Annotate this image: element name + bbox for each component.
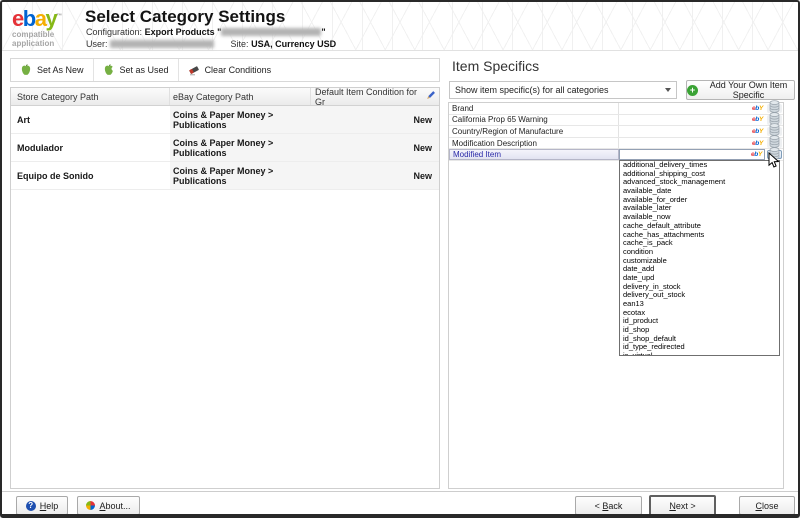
item-specific-field[interactable]: ebY <box>619 138 765 149</box>
mouse-cursor-icon <box>768 152 780 175</box>
item-specific-value: ebY <box>619 115 783 126</box>
table-row[interactable]: Art Coins & Paper Money > Publications N… <box>11 106 439 134</box>
item-specific-row[interactable]: Brand ebY <box>449 103 783 115</box>
item-specific-row[interactable]: Country/Region of Manufacture ebY <box>449 126 783 138</box>
item-specific-field[interactable]: ebY <box>619 149 765 160</box>
item-specific-rows: Brand ebY California Prop 65 W <box>449 103 783 161</box>
ebay-category-cell: Coins & Paper Money > Publications <box>170 134 311 161</box>
back-button[interactable]: < Back <box>575 496 642 515</box>
ebay-category-cell: Coins & Paper Money > Publications <box>170 106 311 133</box>
ebay-category-cell: Coins & Paper Money > Publications <box>170 162 311 189</box>
category-table-header: Store Category Path eBay Category Path D… <box>11 88 439 106</box>
ebay-mini-icon: ebY <box>751 151 762 158</box>
about-button[interactable]: About... <box>77 496 140 515</box>
help-icon: ? <box>26 501 36 511</box>
category-table: Store Category Path eBay Category Path D… <box>10 87 440 489</box>
about-balloon-icon <box>86 501 95 510</box>
app-window: ebay™ compatible application Select Cate… <box>0 0 800 518</box>
redacted-configuration-name <box>221 28 321 36</box>
next-button[interactable]: Next > <box>649 495 716 516</box>
plus-icon: + <box>687 85 698 96</box>
column-store-category-path[interactable]: Store Category Path <box>11 88 170 105</box>
close-button[interactable]: Close <box>739 496 795 515</box>
store-category-cell: Modulador <box>11 134 170 161</box>
item-specific-row[interactable]: Modification Description ebY <box>449 138 783 150</box>
ebay-mini-icon: ebY <box>752 128 763 135</box>
page-title: Select Category Settings <box>85 7 285 27</box>
column-default-item-condition[interactable]: Default Item Condition for Gr <box>311 88 439 105</box>
database-field-dropdown: additional_delivery_times additional_shi… <box>619 160 780 356</box>
table-row[interactable]: Modulador Coins & Paper Money > Publicat… <box>11 134 439 162</box>
eraser-icon <box>188 64 200 76</box>
help-button[interactable]: ? Help <box>16 496 68 515</box>
user-line: User: Site: USA, Currency USD <box>86 39 336 49</box>
ebay-logo: ebay™ compatible application <box>12 8 62 48</box>
store-category-cell: Art <box>11 106 170 133</box>
item-specifics-title: Item Specifics <box>452 58 539 74</box>
header: ebay™ compatible application Select Cate… <box>2 2 798 51</box>
item-specific-value: ebY <box>619 138 783 149</box>
item-specific-name: Brand <box>449 103 619 114</box>
ebay-mini-icon: ebY <box>752 105 763 112</box>
item-specific-field[interactable]: ebY <box>619 126 765 137</box>
item-specific-field[interactable]: ebY <box>619 103 765 114</box>
table-row[interactable]: Equipo de Sonido Coins & Paper Money > P… <box>11 162 439 190</box>
set-as-new-button[interactable]: Set As New <box>11 59 94 81</box>
column-ebay-category-path[interactable]: eBay Category Path <box>170 88 311 105</box>
clear-conditions-button[interactable]: Clear Conditions <box>179 59 281 81</box>
item-specific-name: Country/Region of Manufacture <box>449 126 619 137</box>
dropdown-item[interactable]: is_virtual <box>620 352 779 356</box>
chevron-down-icon[interactable] <box>660 82 676 98</box>
set-as-used-button[interactable]: Set as Used <box>94 59 179 81</box>
ebay-mini-icon: ebY <box>752 116 763 123</box>
logo-tagline: compatible application <box>12 31 62 48</box>
condition-cell: New <box>311 134 439 161</box>
item-specific-value: ebY <box>619 103 783 114</box>
add-item-specific-button[interactable]: + Add Your Own Item Specific <box>686 80 795 100</box>
category-rows: Art Coins & Paper Money > Publications N… <box>11 106 439 190</box>
item-specific-field[interactable]: ebY <box>619 115 765 126</box>
configuration-line: Configuration: Export Products "" <box>86 27 326 37</box>
redacted-user-name <box>110 40 214 48</box>
condition-cell: New <box>311 106 439 133</box>
ebay-mini-icon: ebY <box>752 140 763 147</box>
apple-new-icon <box>20 64 32 76</box>
edit-pencil-icon[interactable] <box>425 90 436 103</box>
condition-toolbar: Set As New Set as Used Clear Conditions <box>10 58 440 82</box>
item-specific-name: California Prop 65 Warning <box>449 115 619 126</box>
apple-used-icon <box>103 64 115 76</box>
item-specific-name: Modification Description <box>449 138 619 149</box>
item-specific-row[interactable]: California Prop 65 Warning ebY <box>449 115 783 127</box>
store-category-cell: Equipo de Sonido <box>11 162 170 189</box>
footer-divider <box>2 491 798 492</box>
item-specific-value: ebY <box>619 126 783 137</box>
item-specific-value: ebY <box>619 149 783 160</box>
item-specific-name: Modified Item <box>449 149 619 160</box>
condition-cell: New <box>311 162 439 189</box>
category-filter-select[interactable]: Show item specific(s) for all categories <box>449 81 677 99</box>
